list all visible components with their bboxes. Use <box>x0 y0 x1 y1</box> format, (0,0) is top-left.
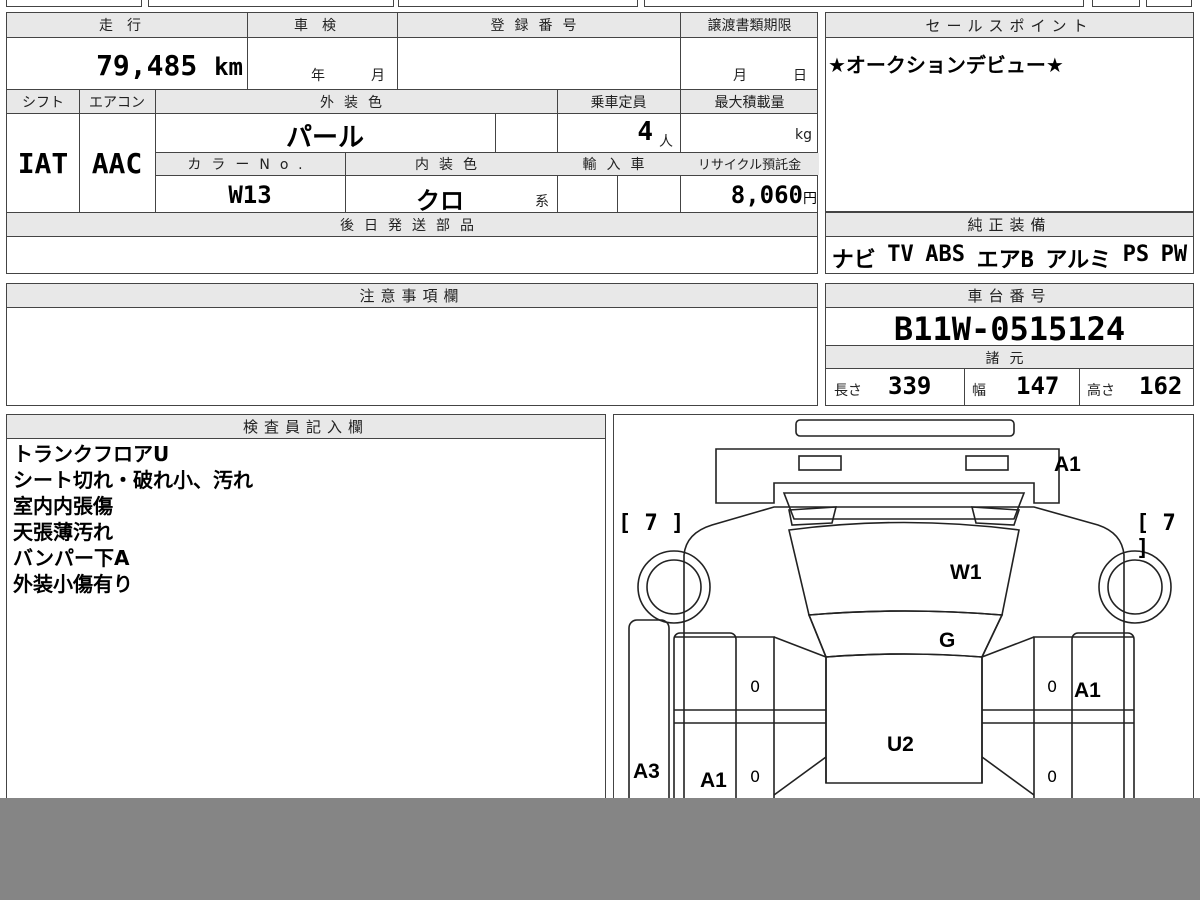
note-line: バンパー下A <box>13 546 130 570</box>
width-label: 幅 <box>972 383 986 399</box>
zero-left-lower: 0 <box>750 767 761 786</box>
label-chassis-no: 車台番号 <box>826 284 1193 308</box>
tag-right-door: A1 <box>1074 679 1101 702</box>
interior-color-value: クロ <box>416 187 464 215</box>
recycle-fee-unit: 円 <box>803 191 817 207</box>
label-transfer-deadline: 譲渡書類期限 <box>707 18 792 34</box>
shift-value: IAT <box>17 147 69 180</box>
car-damage-diagram: [ 7 ] [ 7 ] A1 W1 G A1 U2 A3 A1 0 0 0 0 <box>613 414 1194 815</box>
interior-color-suffix: 系 <box>535 194 549 210</box>
chassis-no-value: B11W-0515124 <box>893 310 1126 348</box>
label-mileage: 走行 <box>99 18 155 34</box>
label-sales-point: セールスポイント <box>826 13 1193 38</box>
equipment-list: ナビ TV ABS エアB アルミ PS PW <box>826 242 1193 274</box>
tag-roof: U2 <box>887 733 914 756</box>
capacity-value: 4 <box>637 117 653 147</box>
recycle-fee-value: 8,060円 <box>680 181 817 209</box>
exterior-color-value: パール <box>285 123 364 153</box>
height-value: 162 <box>1139 372 1183 400</box>
inspector-notes-box: 検査員記入欄 トランクフロアU シート切れ・破れ小、汚れ 室内内張傷 天張薄汚れ… <box>6 414 606 814</box>
length-label: 長さ <box>834 383 862 399</box>
vehicle-info-table: 走行 車検 登録番号 譲渡書類期限 79,485 km 年 月 月 日 シフト … <box>6 12 819 274</box>
equipment-alloy: アルミ <box>1045 248 1112 273</box>
note-line: シート切れ・破れ小、汚れ <box>13 468 253 492</box>
bottom-mask-overlay <box>0 798 1200 900</box>
zero-left-upper: 0 <box>750 677 761 696</box>
mileage-value: 79,485 km <box>7 49 243 82</box>
genuine-equipment-box: 純正装備 ナビ TV ABS エアB アルミ PS PW <box>825 212 1194 274</box>
equipment-abs: ABS <box>925 242 966 267</box>
mileage-unit: km <box>214 53 243 81</box>
max-load-unit: kg <box>795 127 812 143</box>
label-notes: 注意事項欄 <box>7 284 817 308</box>
label-genuine-equipment: 純正装備 <box>826 213 1193 237</box>
zero-right-upper: 0 <box>1047 677 1058 696</box>
shaken-year-unit: 年 <box>311 68 325 84</box>
note-line: トランクフロアU <box>13 442 170 466</box>
label-max-load: 最大積載量 <box>714 95 785 111</box>
label-specs: 諸元 <box>985 351 1034 367</box>
sales-point-text: ★オークションデビュー★ <box>828 53 1064 77</box>
tag-bonnet: G <box>939 629 956 652</box>
color-no-value: W13 <box>228 181 272 209</box>
note-line: 天張薄汚れ <box>13 520 113 544</box>
label-shaken: 車検 <box>294 18 350 34</box>
tag-left-sill: A3 <box>633 760 660 783</box>
aircon-value: AAC <box>91 147 143 180</box>
recycle-fee-number: 8,060 <box>730 181 803 209</box>
tag-windshield: W1 <box>950 561 982 584</box>
label-color-no: カラーNo. <box>187 157 313 173</box>
tire-left-value: [ 7 ] <box>618 511 685 536</box>
equipment-nav: ナビ <box>831 248 876 273</box>
top-strip <box>0 0 1200 8</box>
equipment-airbag: エアB <box>976 248 1034 273</box>
label-exterior-color: 外装色 <box>320 95 392 111</box>
chassis-specs-box: 車台番号 B11W-0515124 諸元 長さ 339 幅 147 高さ 162 <box>825 283 1194 406</box>
width-value: 147 <box>1016 372 1060 400</box>
tag-left-door: A1 <box>700 769 727 792</box>
deadline-month-unit: 月 <box>733 68 747 84</box>
equipment-ps: PS <box>1122 242 1150 267</box>
label-interior-color: 内装色 <box>415 157 487 173</box>
tag-front-bumper: A1 <box>1054 453 1081 476</box>
length-value: 339 <box>888 372 932 400</box>
label-recycle-fee: リサイクル預託金 <box>697 158 802 173</box>
label-registration-no: 登録番号 <box>490 18 587 34</box>
label-later-parts: 後日発送部品 <box>340 218 484 234</box>
shaken-month-unit: 月 <box>371 68 385 84</box>
label-aircon: エアコン <box>89 95 145 111</box>
inspector-notes-list: トランクフロアU シート切れ・破れ小、汚れ 室内内張傷 天張薄汚れ バンパー下A… <box>13 441 253 597</box>
deadline-day-unit: 日 <box>793 68 807 84</box>
equipment-pw: PW <box>1160 242 1188 267</box>
zero-right-lower: 0 <box>1047 767 1058 786</box>
label-capacity: 乗車定員 <box>590 95 647 111</box>
notes-box: 注意事項欄 <box>6 283 818 406</box>
equipment-tv: TV <box>887 242 914 267</box>
capacity-unit: 人 <box>659 134 673 150</box>
label-inspector-notes: 検査員記入欄 <box>7 415 605 439</box>
sales-point-box: セールスポイント ★オークションデビュー★ <box>825 12 1194 212</box>
mileage-number: 79,485 <box>96 49 198 82</box>
note-line: 室内内張傷 <box>13 494 113 518</box>
label-shift: シフト <box>22 95 64 111</box>
height-label: 高さ <box>1087 383 1115 399</box>
tire-right-value: [ 7 ] <box>1136 511 1176 561</box>
note-line: 外装小傷有り <box>13 572 133 596</box>
label-import: 輸入車 <box>582 157 655 173</box>
